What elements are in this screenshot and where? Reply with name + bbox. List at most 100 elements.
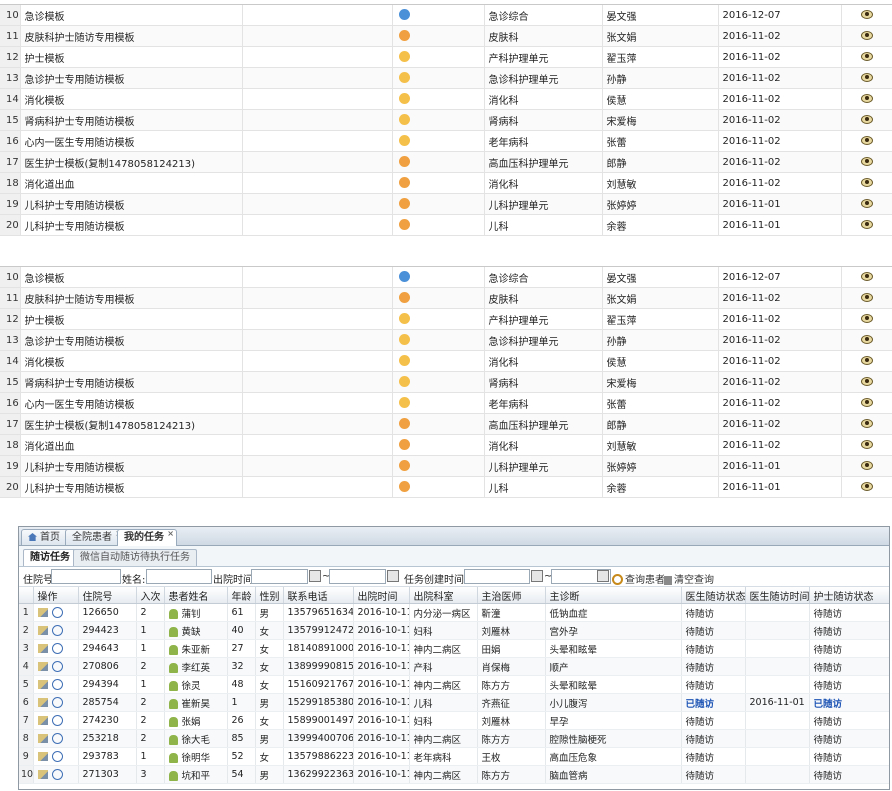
column-header[interactable]: 性别 — [255, 587, 284, 604]
template-row[interactable]: 18 消化道出血 消化科 刘慧敏 2016-11-02 — [0, 434, 892, 456]
template-row[interactable]: 13 急诊护士专用随访模板 急诊科护理单元 孙静 2016-11-02 — [0, 329, 892, 351]
table-row[interactable]: 3 294643 1 朱亚新 27 女 18140891000 2016-10-11 神内二病区… — [19, 639, 889, 658]
task-created-start-input[interactable] — [464, 569, 530, 584]
view-icon[interactable] — [51, 679, 63, 690]
column-header[interactable]: 年龄 — [227, 587, 256, 604]
column-header[interactable]: 出院科室 — [409, 587, 478, 604]
column-header[interactable]: 入次 — [136, 587, 165, 604]
edit-icon[interactable] — [37, 716, 48, 725]
eye-icon[interactable] — [860, 136, 873, 145]
column-header[interactable]: 住院号 — [78, 587, 137, 604]
view-icon[interactable] — [51, 715, 63, 726]
table-row[interactable]: 4 270806 2 李红英 32 女 13899990815 2016-10-11 产科 肖保梅… — [19, 657, 889, 676]
template-row[interactable]: 19 儿科护士专用随访模板 儿科护理单元 张婷婷 2016-11-01 — [0, 193, 892, 215]
column-header[interactable]: 联系电话 — [283, 587, 354, 604]
edit-icon[interactable] — [37, 770, 48, 779]
patient-name-cell[interactable]: 徐大毛 — [164, 729, 228, 748]
patient-name-cell[interactable]: 崔新昊 — [164, 693, 228, 712]
discharge-end-input[interactable] — [329, 569, 386, 584]
eye-icon[interactable] — [860, 440, 873, 449]
eye-icon[interactable] — [860, 377, 873, 386]
template-row[interactable]: 17 医生护士模板(复制1478058124213) 高血压科护理单元 郎静 2016-… — [0, 151, 892, 173]
eye-icon[interactable] — [860, 220, 873, 229]
template-row[interactable]: 15 肾病科护士专用随访模板 肾病科 宋爱梅 2016-11-02 — [0, 109, 892, 131]
column-header[interactable]: 操作 — [33, 587, 79, 604]
eye-icon[interactable] — [860, 356, 873, 365]
patient-name-cell[interactable]: 黄缺 — [164, 621, 228, 640]
eye-icon[interactable] — [860, 272, 873, 281]
calendar-icon[interactable] — [309, 570, 321, 582]
view-icon[interactable] — [51, 661, 63, 672]
patient-name-cell[interactable]: 朱亚新 — [164, 639, 228, 658]
view-icon[interactable] — [51, 643, 63, 654]
calendar-icon[interactable] — [531, 570, 543, 582]
template-row[interactable]: 12 护士模板 产科护理单元 翟玉萍 2016-11-02 — [0, 46, 892, 68]
subtab-wechat-auto-tasks[interactable]: 微信自动随访待执行任务 — [73, 549, 197, 566]
patient-name-cell[interactable]: 徐灵 — [164, 675, 228, 694]
patient-name-cell[interactable]: 坑和平 — [164, 765, 228, 784]
template-row[interactable]: 14 消化模板 消化科 侯慧 2016-11-02 — [0, 88, 892, 110]
eye-icon[interactable] — [860, 335, 873, 344]
table-row[interactable]: 2 294423 1 黄缺 40 女 13579912472 2016-10-11 妇科 刘雁林宫… — [19, 621, 889, 640]
view-icon[interactable] — [51, 733, 63, 744]
close-icon[interactable]: × — [167, 527, 174, 541]
column-header[interactable]: 医生随访状态 — [681, 587, 746, 604]
eye-icon[interactable] — [860, 419, 873, 428]
patient-name-cell[interactable]: 徐明华 — [164, 747, 228, 766]
template-row[interactable]: 20 儿科护士专用随访模板 儿科 余蓉 2016-11-01 — [0, 476, 892, 498]
name-input[interactable] — [146, 569, 212, 584]
eye-icon[interactable] — [860, 314, 873, 323]
template-row[interactable]: 11 皮肤科护士随访专用模板 皮肤科 张文娟 2016-11-02 — [0, 287, 892, 309]
edit-icon[interactable] — [37, 662, 48, 671]
edit-icon[interactable] — [37, 626, 48, 635]
edit-icon[interactable] — [37, 680, 48, 689]
edit-icon[interactable] — [37, 734, 48, 743]
eye-icon[interactable] — [860, 73, 873, 82]
template-row[interactable]: 17 医生护士模板(复制1478058124213) 高血压科护理单元 郎静 2016-… — [0, 413, 892, 435]
calendar-icon[interactable] — [387, 570, 399, 582]
template-row[interactable]: 15 肾病科护士专用随访模板 肾病科 宋爱梅 2016-11-02 — [0, 371, 892, 393]
template-row[interactable]: 10 急诊模板 急诊综合 晏文强 2016-12-07 — [0, 267, 892, 288]
eye-icon[interactable] — [860, 398, 873, 407]
template-row[interactable]: 16 心内一医生专用随访模板 老年病科 张蕾 2016-11-02 — [0, 392, 892, 414]
eye-icon[interactable] — [860, 157, 873, 166]
admission-no-input[interactable] — [51, 569, 121, 584]
table-row[interactable]: 1 126650 2 蒲钊 61 男 13579651634 2016-10-11 内分泌一病区… — [19, 603, 889, 622]
tab-my-tasks[interactable]: 我的任务 × — [117, 529, 177, 546]
view-icon[interactable] — [51, 751, 63, 762]
view-icon[interactable] — [51, 625, 63, 636]
discharge-start-input[interactable] — [251, 569, 308, 584]
template-row[interactable]: 12 护士模板 产科护理单元 翟玉萍 2016-11-02 — [0, 308, 892, 330]
patient-name-cell[interactable]: 张娟 — [164, 711, 228, 730]
view-icon[interactable] — [51, 697, 63, 708]
patient-name-cell[interactable]: 李红英 — [164, 657, 228, 676]
subtab-followup-tasks[interactable]: 随访任务 — [23, 549, 77, 566]
patient-name-cell[interactable]: 蒲钊 — [164, 603, 228, 622]
table-row[interactable]: 7 274230 2 张娟 26 女 15899001497 2016-10-11 妇科 刘雁林早… — [19, 711, 889, 730]
template-row[interactable]: 20 儿科护士专用随访模板 儿科 余蓉 2016-11-01 — [0, 214, 892, 236]
calendar-icon[interactable] — [597, 570, 609, 582]
edit-icon[interactable] — [37, 698, 48, 707]
search-patients-button[interactable]: 查询患者 — [612, 571, 665, 586]
column-header[interactable]: 医生随访时间 — [745, 587, 810, 604]
view-icon[interactable] — [51, 607, 63, 618]
edit-icon[interactable] — [37, 752, 48, 761]
eye-icon[interactable] — [860, 10, 873, 19]
table-row[interactable]: 6 285754 2 崔新昊 1 男 15299185380 2016-10-11 儿科 齐燕征小… — [19, 693, 889, 712]
tab-all-patients[interactable]: 全院患者× — [65, 529, 125, 545]
template-row[interactable]: 13 急诊护士专用随访模板 急诊科护理单元 孙静 2016-11-02 — [0, 67, 892, 89]
table-row[interactable]: 9 293783 1 徐明华 52 女 13579886223 2016-10-11 老年病科王… — [19, 747, 889, 766]
column-header[interactable]: 主治医师 — [477, 587, 546, 604]
eye-icon[interactable] — [860, 31, 873, 40]
template-row[interactable]: 10 急诊模板 急诊综合 晏文强 2016-12-07 — [0, 5, 892, 26]
table-row[interactable]: 10 271303 3 坑和平 54 男 13629922363 2016-10-11 神内二病… — [19, 765, 889, 784]
eye-icon[interactable] — [860, 94, 873, 103]
column-header[interactable]: 出院时间 — [353, 587, 410, 604]
eye-icon[interactable] — [860, 52, 873, 61]
eye-icon[interactable] — [860, 178, 873, 187]
column-header[interactable]: 护士随访状态 — [809, 587, 889, 604]
eye-icon[interactable] — [860, 482, 873, 491]
template-row[interactable]: 19 儿科护士专用随访模板 儿科护理单元 张婷婷 2016-11-01 — [0, 455, 892, 477]
column-header[interactable]: 主诊断 — [545, 587, 682, 604]
clear-search-button[interactable]: 清空查询 — [664, 571, 714, 586]
